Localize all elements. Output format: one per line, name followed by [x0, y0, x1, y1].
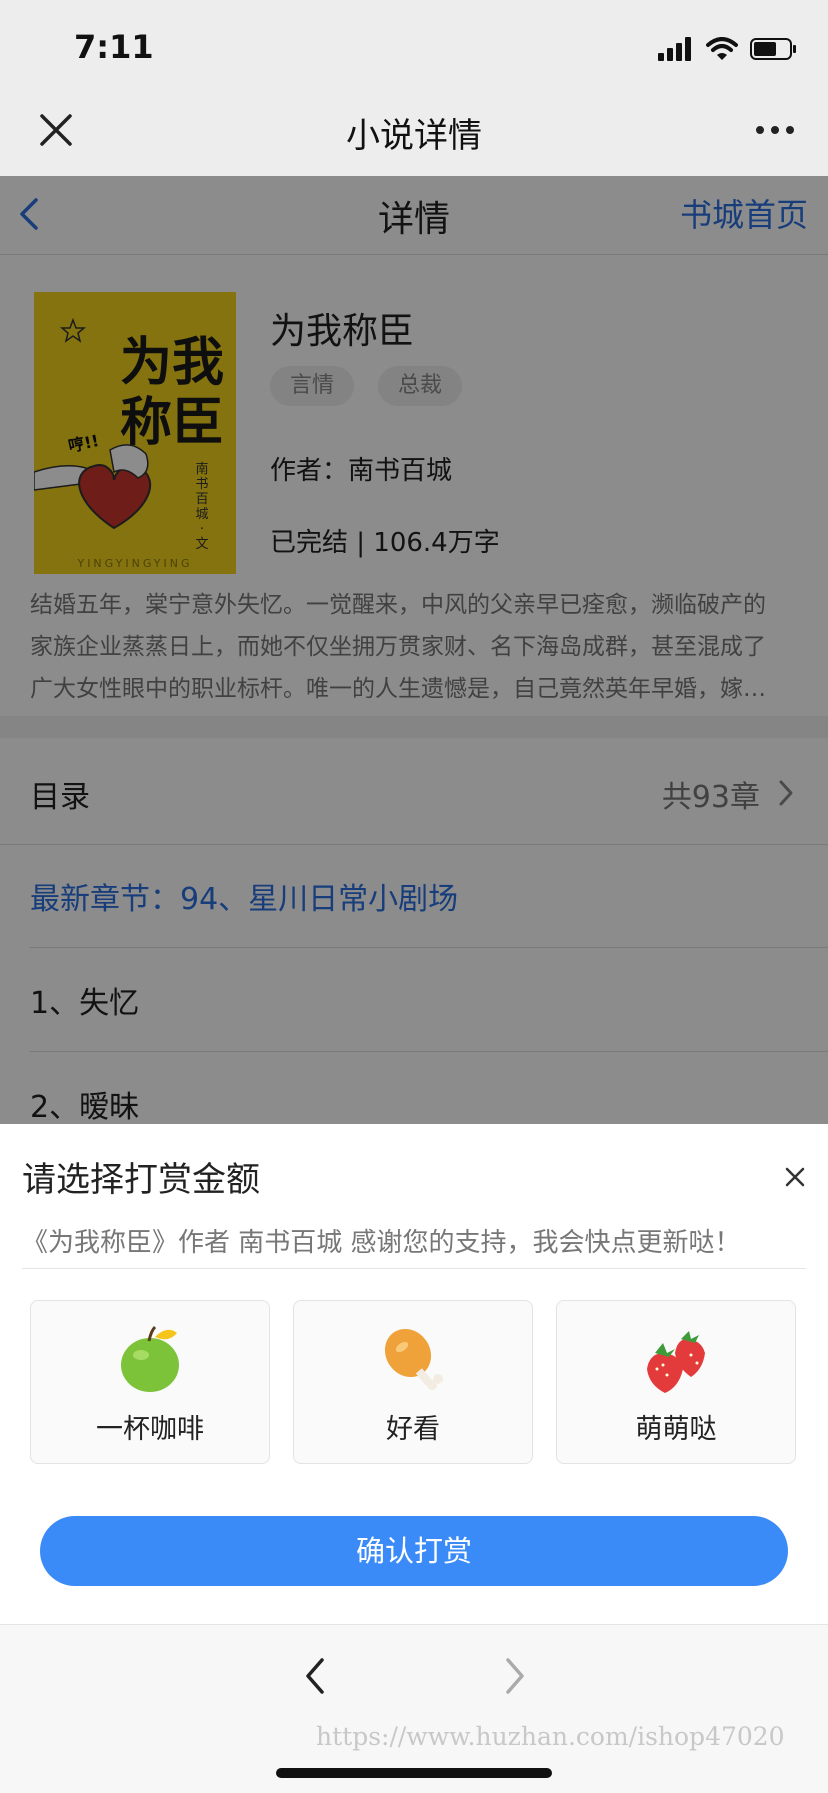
reward-option-cute[interactable]: 萌萌哒 — [556, 1300, 796, 1464]
wechat-page-title: 小说详情 — [346, 116, 482, 156]
reward-option-label: 一杯咖啡 — [96, 1414, 204, 1445]
confirm-reward-button[interactable]: 确认打赏 — [40, 1516, 788, 1586]
thanks-message: 《为我称臣》作者 南书百城 感谢您的支持，我会快点更新哒！ — [22, 1228, 741, 1258]
forward-arrow-icon[interactable] — [500, 1654, 530, 1698]
drumstick-icon — [384, 1328, 443, 1390]
reward-sheet-title: 请选择打赏金额 — [22, 1160, 260, 1200]
wifi-icon — [706, 37, 738, 60]
apple-icon — [121, 1325, 179, 1392]
reward-option-coffee[interactable]: 一杯咖啡 — [30, 1300, 270, 1464]
status-icons — [658, 34, 798, 64]
reward-option-good[interactable]: 好看 — [293, 1300, 533, 1464]
reward-option-label: 萌萌哒 — [635, 1414, 717, 1445]
more-icon[interactable] — [756, 126, 794, 134]
back-arrow-icon[interactable] — [300, 1654, 330, 1698]
modal-backdrop[interactable] — [0, 176, 828, 1124]
close-icon[interactable] — [784, 1166, 806, 1188]
divider — [22, 1268, 806, 1269]
signal-icon — [658, 37, 691, 61]
strawberry-icon — [647, 1331, 705, 1393]
home-indicator — [276, 1768, 552, 1778]
battery-icon — [750, 38, 796, 60]
status-time: 7:11 — [74, 28, 154, 66]
reward-option-label: 好看 — [386, 1414, 440, 1445]
watermark: https://www.huzhan.com/ishop47020 — [316, 1722, 785, 1751]
